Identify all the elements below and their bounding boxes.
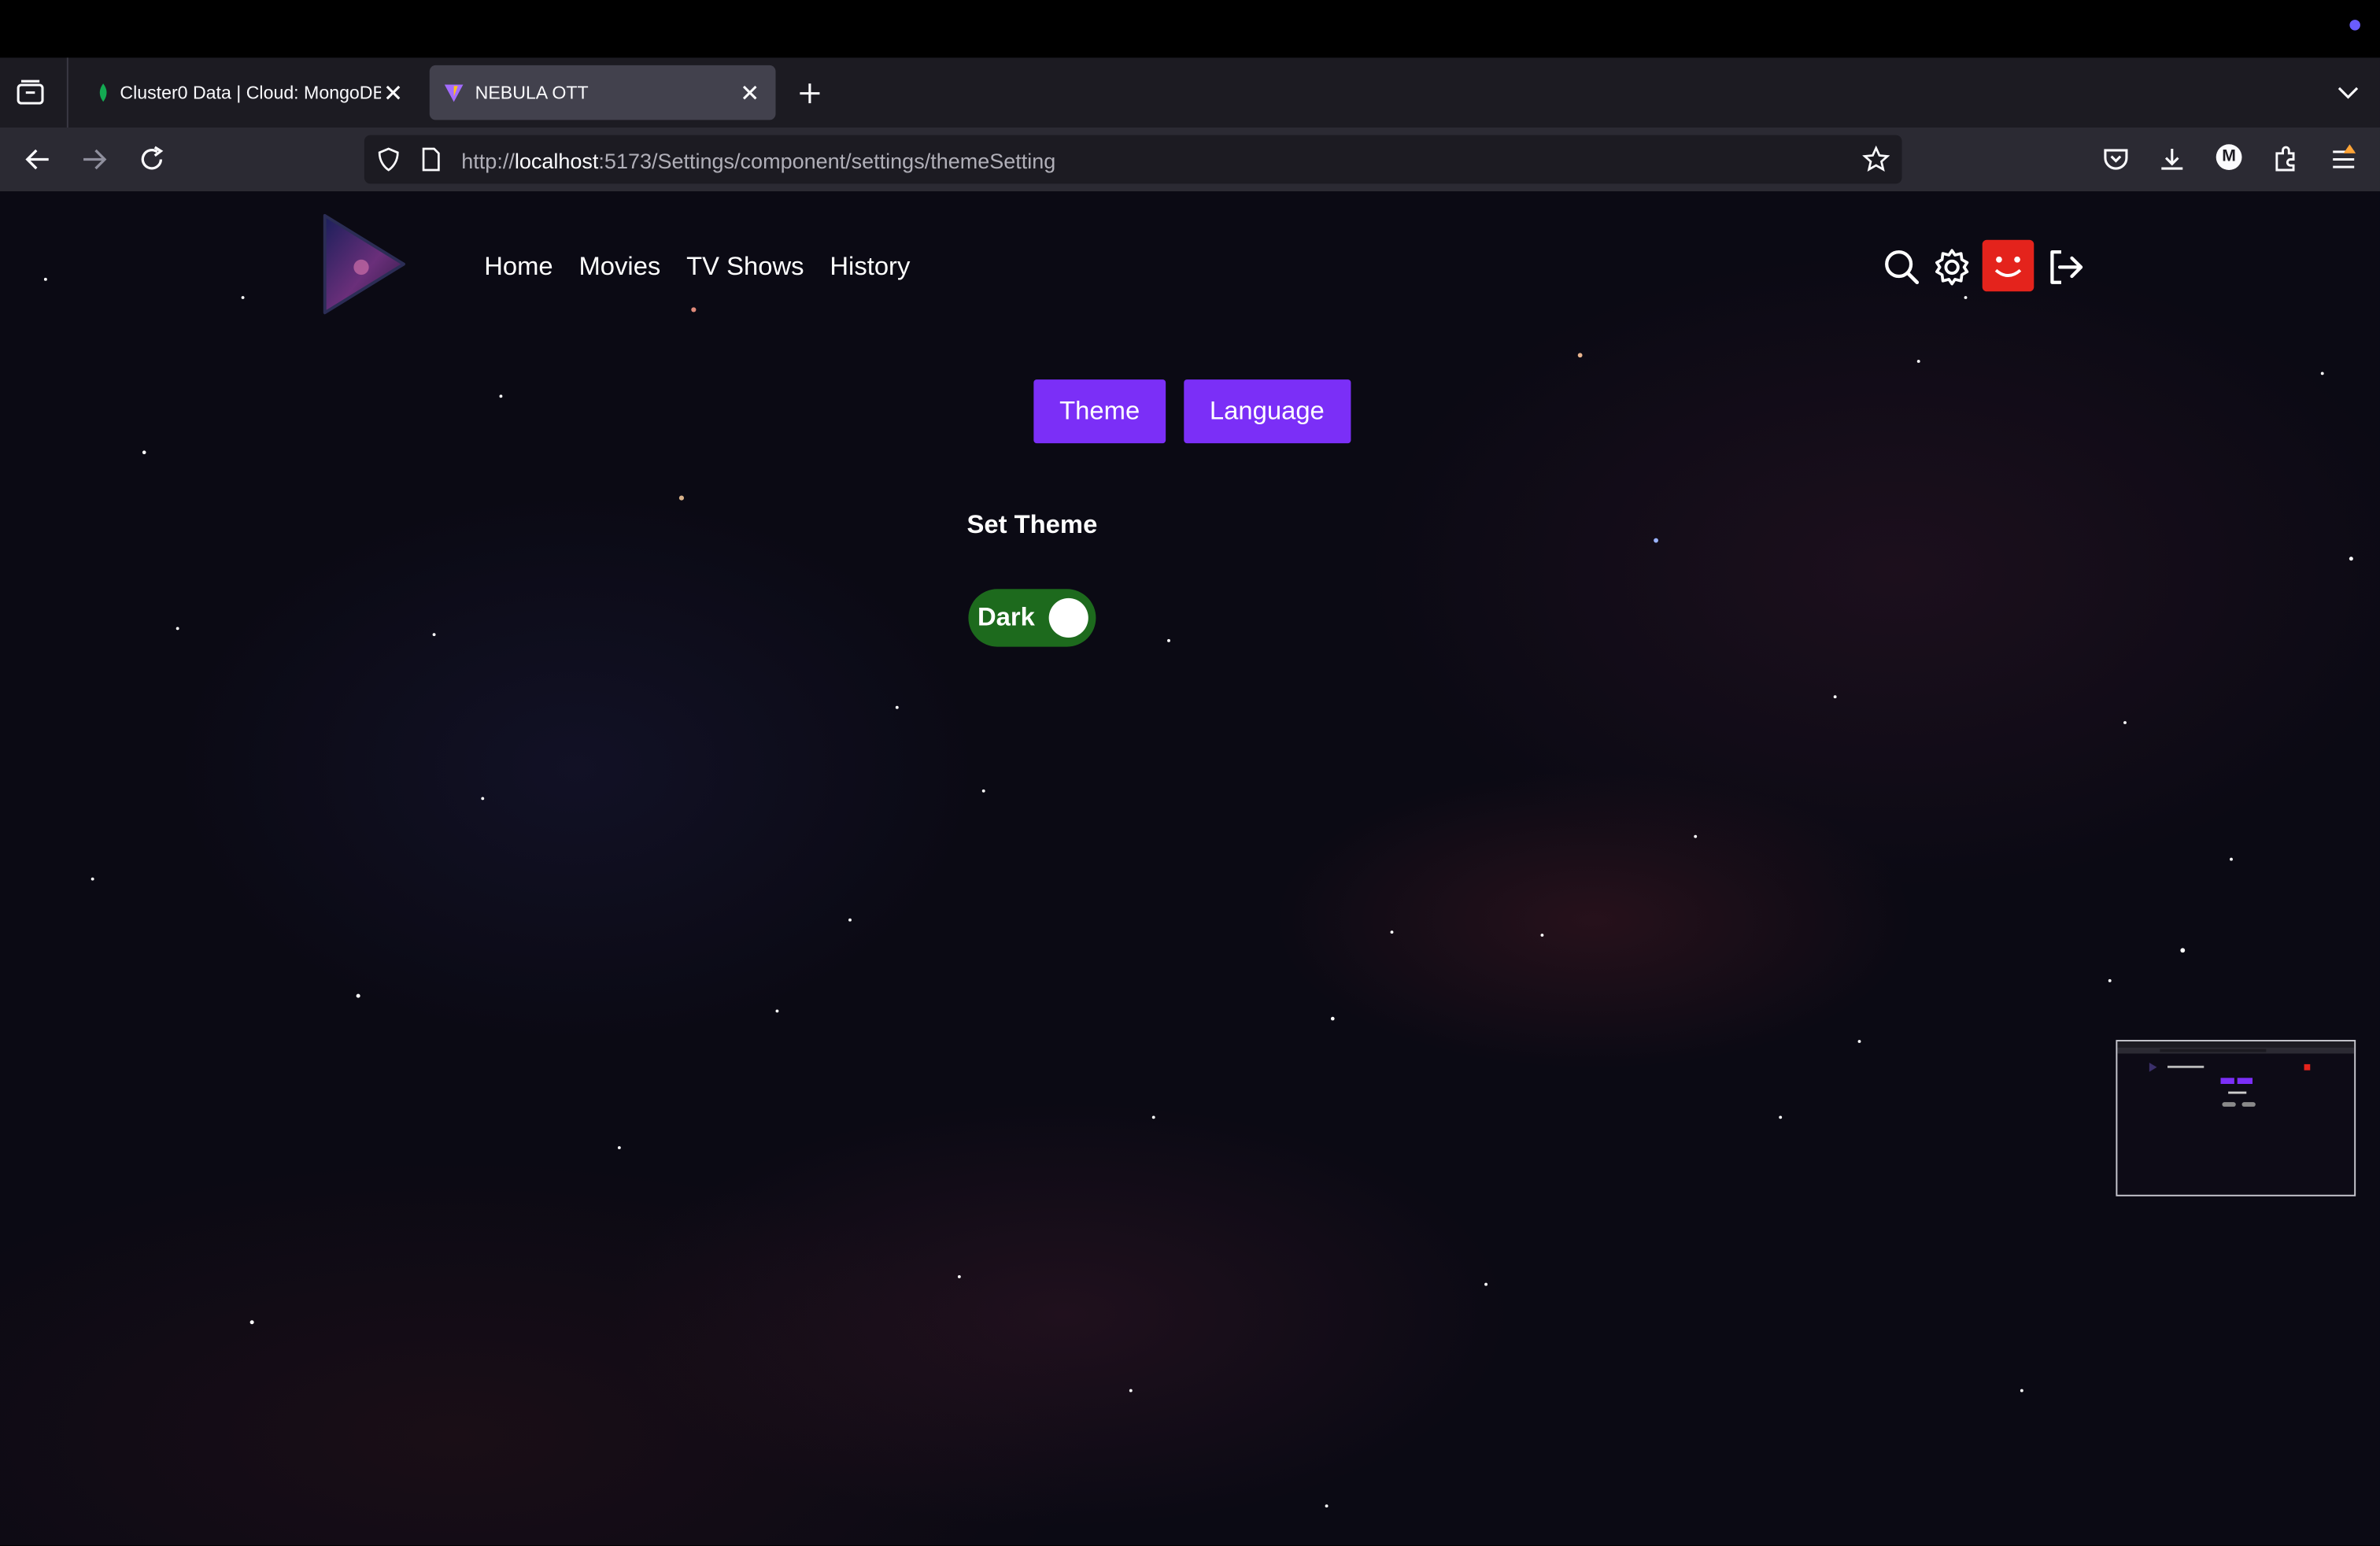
app-page: Home Movies TV Shows History Theme Langu… [0,190,2380,1546]
settings-tabs: Theme Language [1033,379,1351,444]
tab-mongodb[interactable]: Cluster0 Data | Cloud: MongoDB Cloud [79,65,419,120]
forward-arrow-icon[interactable] [79,144,109,175]
toggle-label: Dark [977,602,1035,632]
tab-nebula-ott[interactable]: NEBULA OTT [429,65,776,120]
bookmark-star-icon[interactable] [1862,146,1890,173]
preview-thumbnail [2117,1041,2355,1107]
firefox-account-avatar[interactable]: M [2216,144,2242,170]
tab-title: Cluster0 Data | Cloud: MongoDB Cloud [120,82,382,104]
page-thumbnail-preview[interactable] [2116,1040,2356,1196]
gear-icon[interactable] [1932,247,1972,287]
nav-movies-link[interactable]: Movies [578,252,660,283]
nav-history-link[interactable]: History [830,252,910,283]
main-nav: Home Movies TV Shows History [484,252,910,283]
tab-title: NEBULA OTT [475,82,589,104]
language-tab-button[interactable]: Language [1184,379,1351,444]
pocket-icon[interactable] [2101,144,2131,175]
close-tab-icon[interactable] [739,82,760,103]
chevron-down-icon[interactable] [2338,83,2359,102]
theme-tab-button[interactable]: Theme [1033,379,1166,444]
section-title: Set Theme [966,509,1098,539]
logout-icon[interactable] [2046,247,2086,287]
browser-toolbar: http://localhost:5173/Settings/component… [0,127,2380,191]
smiley-face-icon [1994,256,2022,277]
close-tab-icon[interactable] [382,82,404,103]
status-dot-icon [2349,20,2360,31]
reload-icon[interactable] [137,144,168,175]
search-icon[interactable] [1882,247,1921,287]
url-path: :5173/Settings/component/settings/themeS… [598,148,1056,173]
toggle-knob[interactable] [1048,597,1088,638]
theme-toggle[interactable]: Dark [968,589,1096,647]
nav-tv-shows-link[interactable]: TV Shows [686,252,804,283]
page-icon[interactable] [420,147,442,172]
address-bar[interactable]: http://localhost:5173/Settings/component… [364,135,1902,184]
url-scheme: http:// [461,148,515,173]
url-host: localhost [514,148,599,173]
os-menu-bar [0,0,2380,58]
extensions-puzzle-icon[interactable] [2271,144,2301,175]
download-icon[interactable] [2156,144,2187,175]
menu-hamburger-icon[interactable] [2328,144,2359,175]
mongodb-leaf-icon [99,83,107,102]
vite-icon [444,84,464,102]
new-tab-plus-icon[interactable] [796,80,822,106]
nav-home-link[interactable]: Home [484,252,552,283]
profile-avatar[interactable] [1982,239,2034,292]
nebula-play-logo[interactable] [316,209,410,319]
tab-overview-icon[interactable] [15,79,46,106]
tab-separator [66,57,68,128]
url-text[interactable]: http://localhost:5173/Settings/component… [461,149,1055,173]
back-arrow-icon[interactable] [23,144,54,175]
browser-tab-strip: Cluster0 Data | Cloud: MongoDB Cloud NEB… [0,57,2380,128]
shield-icon[interactable] [376,147,401,172]
